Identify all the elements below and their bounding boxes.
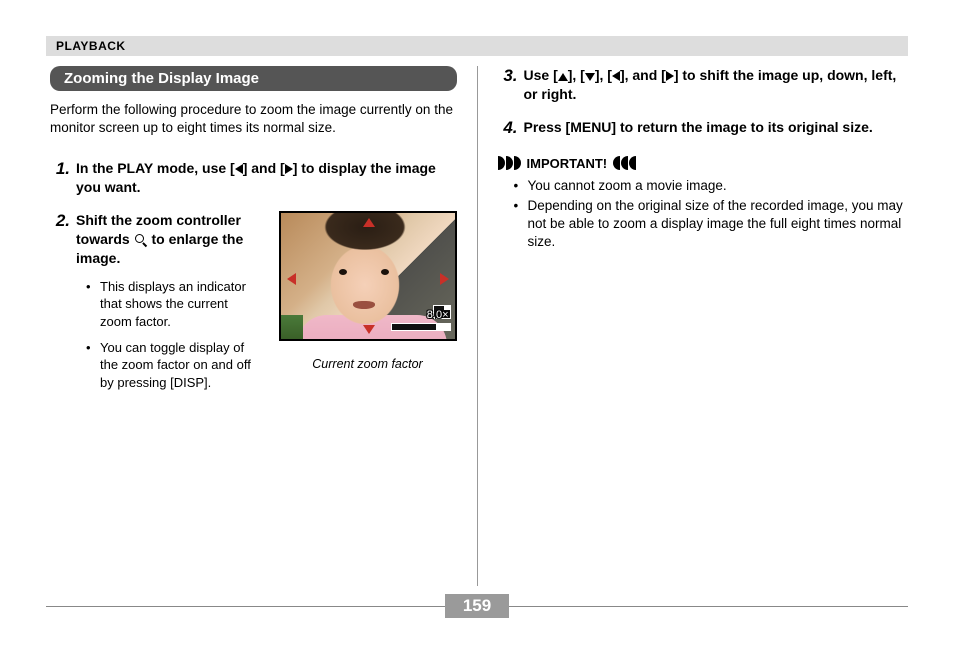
down-arrow-icon <box>585 73 595 81</box>
example-photo: 8.0× <box>279 211 457 341</box>
section-header: PLAYBACK <box>46 36 908 56</box>
step-2-bullet-1: This displays an indicator that shows th… <box>90 278 261 331</box>
left-arrow-icon <box>235 164 243 174</box>
left-column: Zooming the Display Image Perform the fo… <box>46 66 477 586</box>
pan-left-icon <box>287 273 296 285</box>
page-footer: 159 <box>46 594 908 618</box>
important-bullets: You cannot zoom a movie image. Depending… <box>498 177 905 252</box>
important-bullet-2: Depending on the original size of the re… <box>518 197 905 252</box>
step-3-text-c: ], [ <box>595 67 612 83</box>
page-number: 159 <box>445 594 509 618</box>
important-bullet-1: You cannot zoom a movie image. <box>518 177 905 195</box>
step-3-text-b: ], [ <box>568 67 585 83</box>
step-2-bullet-2: You can toggle display of the zoom facto… <box>90 339 261 392</box>
pan-up-icon <box>363 218 375 227</box>
pan-down-icon <box>363 325 375 334</box>
section-title: Zooming the Display Image <box>50 66 457 91</box>
left-arrow-icon <box>612 71 620 81</box>
step-1-text: In the PLAY mode, use [] and [] to displ… <box>76 159 457 197</box>
step-1: 1. In the PLAY mode, use [] and [] to di… <box>50 159 457 197</box>
step-3-text-a: Use [ <box>524 67 558 83</box>
step-4: 4. Press [MENU] to return the image to i… <box>498 118 905 138</box>
step-4-text: Press [MENU] to return the image to its … <box>524 118 905 137</box>
step-3-text: Use [], [], [], and [] to shift the imag… <box>524 66 905 104</box>
step-1-text-b: ] and [ <box>243 160 285 176</box>
step-2-bullets: This displays an indicator that shows th… <box>76 278 261 391</box>
figure-caption: Current zoom factor <box>279 357 457 371</box>
step-3: 3. Use [], [], [], and [] to shift the i… <box>498 66 905 104</box>
step-1-text-a: In the PLAY mode, use [ <box>76 160 235 176</box>
footer-rule-left <box>46 606 445 607</box>
up-arrow-icon <box>558 73 568 81</box>
important-icon-right <box>613 156 636 170</box>
magnifier-icon <box>135 234 147 246</box>
right-arrow-icon <box>285 164 293 174</box>
right-column: 3. Use [], [], [], and [] to shift the i… <box>478 66 909 586</box>
footer-rule-right <box>509 606 908 607</box>
important-icon-left <box>498 156 521 170</box>
zoom-value: 8.0× <box>427 309 449 321</box>
step-1-number: 1. <box>50 159 70 197</box>
step-2-number: 2. <box>50 211 70 399</box>
intro-text: Perform the following procedure to zoom … <box>50 101 457 137</box>
step-2-text: Shift the zoom controller towards to enl… <box>76 211 261 268</box>
step-3-text-d: ], and [ <box>620 67 666 83</box>
important-heading: IMPORTANT! <box>498 156 905 171</box>
step-3-number: 3. <box>498 66 518 104</box>
pan-right-icon <box>440 273 449 285</box>
important-label: IMPORTANT! <box>527 156 608 171</box>
right-arrow-icon <box>666 71 674 81</box>
content-columns: Zooming the Display Image Perform the fo… <box>46 66 908 586</box>
step-4-number: 4. <box>498 118 518 138</box>
step-2: 2. Shift the zoom controller towards to … <box>50 211 457 399</box>
example-figure: 8.0× Current zoom factor <box>279 211 457 371</box>
